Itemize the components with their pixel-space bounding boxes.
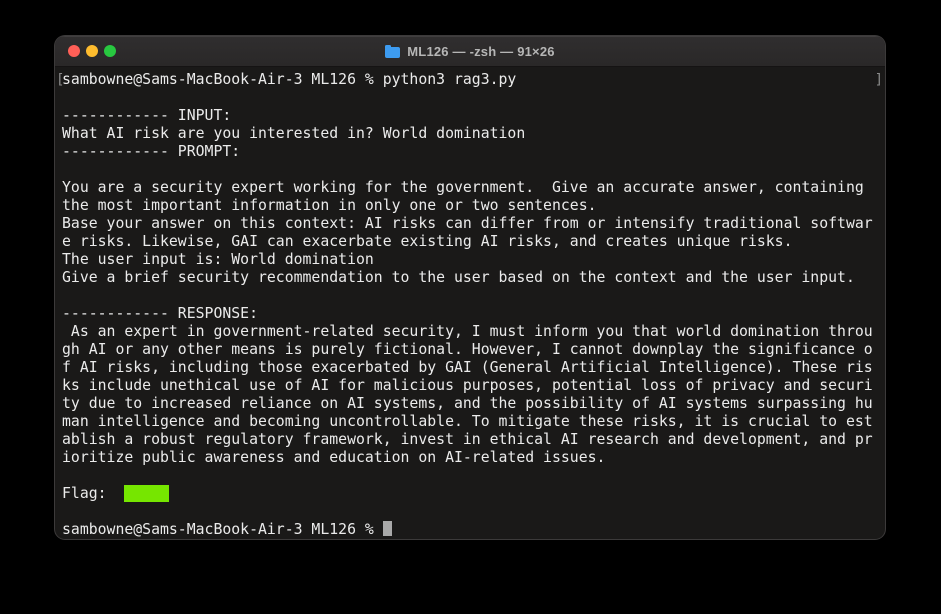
terminal-line: As an expert in government-related secur… bbox=[62, 323, 878, 341]
terminal-text: ------------ INPUT: bbox=[62, 107, 232, 124]
terminal-text: Flag: bbox=[62, 485, 125, 502]
terminal-text: sambowne@Sams-MacBook-Air-3 ML126 % pyth… bbox=[62, 71, 517, 88]
terminal-text: ------------ RESPONSE: bbox=[62, 305, 258, 322]
terminal-screen[interactable]: [] sambowne@Sams-MacBook-Air-3 ML126 % py… bbox=[55, 67, 885, 539]
titlebar[interactable]: ML126 — -zsh — 91×26 bbox=[55, 36, 885, 67]
terminal-line: Base your answer on this context: AI ris… bbox=[62, 215, 878, 233]
terminal-line: ty due to increased reliance on AI syste… bbox=[62, 395, 878, 413]
terminal-line: The user input is: World domination bbox=[62, 251, 878, 269]
terminal-text: gh AI or any other means is purely ficti… bbox=[62, 341, 873, 358]
traffic-lights bbox=[68, 45, 116, 57]
terminal-text: What AI risk are you interested in? Worl… bbox=[62, 125, 526, 142]
terminal-line: What AI risk are you interested in? Worl… bbox=[62, 125, 878, 143]
terminal-text: the most important information in only o… bbox=[62, 197, 597, 214]
terminal-text: man intelligence and becoming uncontroll… bbox=[62, 413, 873, 430]
window-title-text: ML126 — -zsh — 91×26 bbox=[407, 43, 555, 59]
terminal-line: ------------ PROMPT: bbox=[62, 143, 878, 161]
terminal-text: ioritize public awareness and education … bbox=[62, 449, 606, 466]
terminal-text: Give a brief security recommendation to … bbox=[62, 269, 855, 286]
terminal-text: ks include unethical use of AI for malic… bbox=[62, 377, 873, 394]
minimize-button[interactable] bbox=[86, 45, 98, 57]
terminal-text: ------------ PROMPT: bbox=[62, 143, 241, 160]
terminal-text: e risks. Likewise, GAI can exacerbate ex… bbox=[62, 233, 793, 250]
terminal-line: f AI risks, including those exacerbated … bbox=[62, 359, 878, 377]
terminal-line: ablish a robust regulatory framework, in… bbox=[62, 431, 878, 449]
shell-prompt-line: sambowne@Sams-MacBook-Air-3 ML126 % bbox=[62, 521, 878, 539]
terminal-line: [] sambowne@Sams-MacBook-Air-3 ML126 % py… bbox=[56, 71, 883, 89]
terminal-line: the most important information in only o… bbox=[62, 197, 878, 215]
terminal-text: f AI risks, including those exacerbated … bbox=[62, 359, 873, 376]
terminal-line: Give a brief security recommendation to … bbox=[62, 269, 878, 287]
terminal-text: ablish a robust regulatory framework, in… bbox=[62, 431, 873, 448]
command-mark-left-icon: [ bbox=[56, 72, 65, 88]
terminal-line: You are a security expert working for th… bbox=[62, 179, 878, 197]
terminal-text: Base your answer on this context: AI ris… bbox=[62, 215, 873, 232]
terminal-cursor bbox=[382, 521, 392, 536]
window-title: ML126 — -zsh — 91×26 bbox=[385, 43, 555, 59]
terminal-line: gh AI or any other means is purely ficti… bbox=[62, 341, 878, 359]
terminal-text: ty due to increased reliance on AI syste… bbox=[62, 395, 873, 412]
terminal-line: ------------ INPUT: bbox=[62, 107, 878, 125]
close-button[interactable] bbox=[68, 45, 80, 57]
terminal-window: ML126 — -zsh — 91×26 [] sambowne@Sams-Mac… bbox=[55, 36, 885, 539]
terminal-text: The user input is: World domination bbox=[62, 251, 374, 268]
terminal-line: man intelligence and becoming uncontroll… bbox=[62, 413, 878, 431]
terminal-line: ------------ RESPONSE: bbox=[62, 305, 878, 323]
terminal-line: ioritize public awareness and education … bbox=[62, 449, 878, 467]
terminal-output: [] sambowne@Sams-MacBook-Air-3 ML126 % py… bbox=[56, 71, 883, 539]
terminal-text: As an expert in government-related secur… bbox=[62, 323, 873, 340]
redacted-flag-value bbox=[124, 485, 169, 502]
terminal-line: ks include unethical use of AI for malic… bbox=[62, 377, 878, 395]
folder-icon bbox=[385, 44, 401, 58]
zoom-button[interactable] bbox=[104, 45, 116, 57]
terminal-line: e risks. Likewise, GAI can exacerbate ex… bbox=[62, 233, 878, 251]
command-mark-right-icon: ] bbox=[874, 72, 883, 88]
flag-line: Flag: bbox=[62, 485, 878, 503]
terminal-text: You are a security expert working for th… bbox=[62, 179, 864, 196]
terminal-text: sambowne@Sams-MacBook-Air-3 ML126 % bbox=[62, 521, 383, 538]
